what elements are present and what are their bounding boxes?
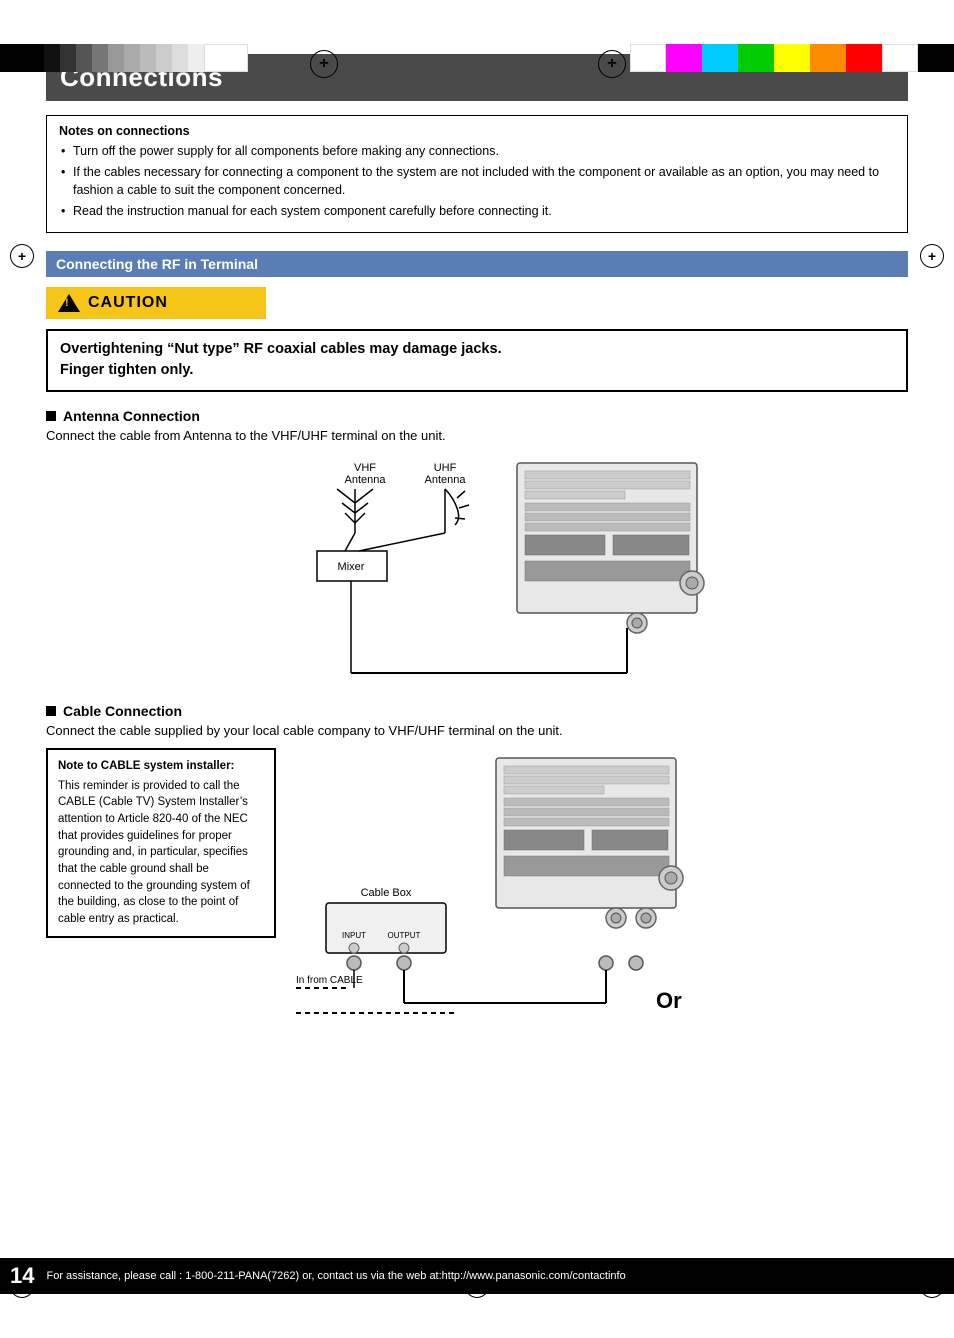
- notes-item-2: If the cables necessary for connecting a…: [59, 163, 895, 199]
- notes-box: Notes on connections Turn off the power …: [46, 115, 908, 233]
- cable-desc: Connect the cable supplied by your local…: [46, 723, 908, 738]
- svg-text:Or: Or: [656, 988, 682, 1013]
- left-color-bars: [0, 44, 248, 72]
- cable-note-box: Note to CABLE system installer: This rem…: [46, 748, 276, 938]
- svg-text:Antenna: Antenna: [425, 474, 467, 486]
- svg-text:Cable Box: Cable Box: [361, 887, 412, 899]
- caution-label: CAUTION: [88, 294, 168, 312]
- footer: 14 For assistance, please call : 1-800-2…: [0, 1258, 954, 1294]
- svg-text:In from CABLE: In from CABLE: [296, 975, 363, 986]
- svg-text:Mixer: Mixer: [338, 561, 365, 573]
- reg-mark-left: +: [10, 244, 34, 268]
- notes-list: Turn off the power supply for all compon…: [59, 142, 895, 221]
- square-bullet-cable-icon: [46, 706, 56, 716]
- cable-connection-diagram: Note to CABLE system installer: This rem…: [46, 748, 908, 1021]
- footer-page-number: 14: [10, 1263, 34, 1289]
- square-bullet-icon: [46, 411, 56, 421]
- antenna-diagram-svg: VHF Antenna UHF Antenna Mixer: [197, 453, 757, 683]
- antenna-section-title: Antenna Connection: [46, 408, 908, 424]
- cable-note-body: This reminder is provided to call the CA…: [58, 780, 250, 925]
- rf-section-header: Connecting the RF in Terminal: [46, 251, 908, 277]
- reg-mark-right: +: [920, 244, 944, 268]
- svg-text:INPUT: INPUT: [342, 931, 366, 940]
- reg-mark-top-right: +: [598, 50, 626, 78]
- cable-section: Cable Connection Connect the cable suppl…: [46, 703, 908, 1021]
- footer-text: For assistance, please call : 1-800-211-…: [46, 1270, 625, 1282]
- cable-diagram-area: Cable Box INPUT OUTPUT: [296, 748, 908, 1021]
- notes-item-1: Turn off the power supply for all compon…: [59, 142, 895, 160]
- cable-diagram-svg: Cable Box INPUT OUTPUT: [296, 748, 716, 1018]
- svg-text:OUTPUT: OUTPUT: [388, 931, 421, 940]
- cable-section-title: Cable Connection: [46, 703, 908, 719]
- right-color-bars: [630, 44, 954, 72]
- svg-text:UHF: UHF: [434, 462, 457, 474]
- notes-title: Notes on connections: [59, 124, 895, 138]
- caution-triangle-icon: [58, 294, 80, 312]
- cable-note-title: Note to CABLE system installer:: [58, 758, 264, 775]
- reg-mark-top-left: +: [310, 50, 338, 78]
- svg-text:Antenna: Antenna: [345, 474, 387, 486]
- svg-text:VHF: VHF: [354, 462, 376, 474]
- antenna-diagram: VHF Antenna UHF Antenna Mixer: [46, 453, 908, 683]
- warning-text-box: Overtightening “Nut type” RF coaxial cab…: [46, 329, 908, 393]
- caution-box: CAUTION: [46, 287, 266, 319]
- antenna-desc: Connect the cable from Antenna to the VH…: [46, 428, 908, 443]
- notes-item-3: Read the instruction manual for each sys…: [59, 202, 895, 220]
